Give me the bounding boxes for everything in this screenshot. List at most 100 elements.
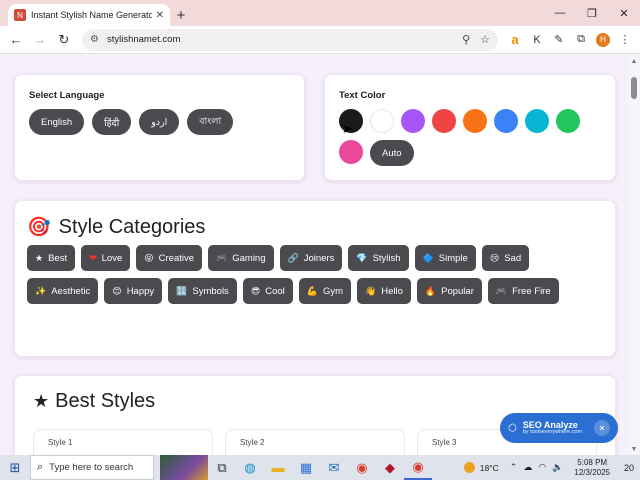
category-symbols-button[interactable]: 🔣 Symbols <box>168 278 237 304</box>
seo-close-icon[interactable]: ✕ <box>594 420 610 436</box>
text-color-card: Text Color Auto <box>324 74 616 181</box>
color-swatch-blue[interactable] <box>494 109 518 133</box>
category-popular-button[interactable]: 🔥 Popular <box>416 278 482 304</box>
style-card-label: Style 1 <box>48 438 73 447</box>
profile-avatar[interactable]: H <box>596 32 610 47</box>
color-swatch-white[interactable] <box>370 109 394 133</box>
category-label: Creative <box>158 252 195 264</box>
scroll-up-icon[interactable]: ▲ <box>628 55 640 67</box>
color-swatch-cyan[interactable] <box>525 109 549 133</box>
category-gym-button[interactable]: 💪 Gym <box>298 278 352 304</box>
scrollbar-thumb[interactable] <box>631 77 637 99</box>
category-love-button[interactable]: ❤ Love <box>81 245 131 271</box>
category-label: Joiners <box>303 252 335 264</box>
category-simple-button[interactable]: 🔷 Simple <box>414 245 476 271</box>
page-viewport: Select Language English हिंदी اردو বাংলা… <box>0 55 628 455</box>
scroll-down-icon[interactable]: ▼ <box>628 443 640 455</box>
category-label: Symbols <box>192 285 229 297</box>
category-creative-button[interactable]: 😝 Creative <box>136 245 203 271</box>
volume-icon[interactable]: 🔈 <box>552 462 563 473</box>
clock-date: 12/3/2025 <box>574 467 610 477</box>
edge-icon[interactable]: ◍ <box>236 455 264 480</box>
category-label: Free Fire <box>512 285 551 297</box>
category-sad-button[interactable]: 😢 Sad <box>481 245 530 271</box>
category-hello-button[interactable]: 👋 Hello <box>357 278 411 304</box>
outlook-icon[interactable]: ✉ <box>320 455 348 480</box>
category-gaming-button[interactable]: 🎮 Gaming <box>208 245 274 271</box>
browser-menu-icon[interactable]: ⋮ <box>614 29 636 51</box>
wifi-icon[interactable]: ◠ <box>538 462 546 473</box>
chrome-active-icon[interactable]: ◉ <box>404 455 432 480</box>
chrome-icon[interactable]: ◉ <box>348 455 376 480</box>
browser-toolbar: ← → ↻ ⚙ stylishnamet.com ⚲ ☆ a K ✎ ⧉ H ⋮ <box>0 26 640 54</box>
color-swatch-red[interactable] <box>432 109 456 133</box>
weather-widget[interactable]: 18°C <box>463 462 499 473</box>
page-scrollbar[interactable]: ▲ ▼ <box>628 55 640 455</box>
extensions-puzzle-icon[interactable]: ⧉ <box>570 29 592 51</box>
app-icon[interactable]: ◆ <box>376 455 404 480</box>
gem-icon: 💎 <box>356 252 368 263</box>
bookmark-star-icon[interactable]: ☆ <box>480 33 490 46</box>
language-bengali-button[interactable]: বাংলা <box>187 109 234 135</box>
search-icon: ⌕ <box>37 461 44 473</box>
category-stylish-button[interactable]: 💎 Stylish <box>348 245 409 271</box>
tab-active[interactable]: N Instant Stylish Name Generator ✕ <box>8 4 170 26</box>
store-icon[interactable]: ▦ <box>292 455 320 480</box>
back-icon[interactable]: ← <box>4 28 28 52</box>
color-swatch-green[interactable] <box>556 109 580 133</box>
categories-title: Style Categories <box>58 215 206 238</box>
temperature-text: 18°C <box>479 462 499 473</box>
symbols-icon: 🔣 <box>176 285 188 296</box>
category-cool-button[interactable]: 😎 Cool <box>242 278 293 304</box>
category-best-button[interactable]: ★ Best <box>27 245 76 271</box>
new-tab-button[interactable]: + <box>170 4 192 26</box>
taskbar-search[interactable]: ⌕ Type here to search <box>30 455 154 480</box>
seo-analyze-widget[interactable]: ⬡ SEO Analyze by toolseverywhere.com ✕ <box>500 413 618 443</box>
site-info-icon[interactable]: ⚙ <box>90 34 99 45</box>
style-card[interactable]: Style 2 <box>225 429 405 455</box>
category-label: Cool <box>265 285 285 297</box>
file-explorer-icon[interactable]: ▬ <box>264 455 292 480</box>
clock-time: 5:08 PM <box>577 458 608 468</box>
target-icon: 🎯 <box>27 217 51 238</box>
tab-close-icon[interactable]: ✕ <box>156 10 164 21</box>
auto-color-button[interactable]: Auto <box>370 140 414 166</box>
reload-icon[interactable]: ↻ <box>52 28 76 52</box>
zoom-icon[interactable]: ⚲ <box>462 33 470 46</box>
color-swatch-purple[interactable] <box>401 109 425 133</box>
keyword-extension-icon[interactable]: K <box>526 29 548 51</box>
color-swatch-pink[interactable] <box>339 140 363 164</box>
category-free-fire-button[interactable]: 🎮 Free Fire <box>487 278 559 304</box>
smile-icon: 😊 <box>112 285 122 296</box>
forward-icon[interactable]: → <box>28 28 52 52</box>
sad-face-icon: 😢 <box>489 252 500 263</box>
eyedropper-extension-icon[interactable]: ✎ <box>548 29 570 51</box>
heart-icon: ❤ <box>89 252 97 263</box>
network-icon[interactable]: ☁ <box>523 462 532 473</box>
category-happy-button[interactable]: 😊 Happy <box>104 278 163 304</box>
system-tray: 18°C ⌃ ☁ ◠ 🔈 5:08 PM 12/3/2025 20 <box>463 455 640 480</box>
task-view-icon[interactable]: ⧉ <box>208 455 236 480</box>
language-urdu-button[interactable]: اردو <box>139 109 180 135</box>
category-label: Stylish <box>372 252 401 264</box>
category-aesthetic-button[interactable]: ✨ Aesthetic <box>27 278 99 304</box>
color-swatch-orange[interactable] <box>463 109 487 133</box>
restore-icon[interactable]: ❐ <box>576 0 608 26</box>
style-card-label: Style 2 <box>240 438 265 447</box>
url-text[interactable]: stylishnamet.com <box>107 34 452 45</box>
style-card[interactable]: Style 1 <box>33 429 213 455</box>
clock[interactable]: 5:08 PM 12/3/2025 <box>574 458 610 476</box>
search-highlight-image[interactable] <box>160 455 208 480</box>
notification-icon[interactable]: 20 <box>618 455 640 480</box>
language-hindi-button[interactable]: हिंदी <box>92 109 132 135</box>
gamepad-icon: 🎮 <box>216 252 228 263</box>
category-label: Hello <box>381 285 403 297</box>
chevron-up-icon[interactable]: ⌃ <box>510 462 518 473</box>
minimize-icon[interactable]: — <box>544 0 576 26</box>
category-joiners-button[interactable]: 🔗 Joiners <box>279 245 343 271</box>
amazon-extension-icon[interactable]: a <box>504 29 526 51</box>
windows-start-icon[interactable]: ⊞ <box>0 455 30 480</box>
language-english-button[interactable]: English <box>29 109 85 135</box>
close-window-icon[interactable]: ✕ <box>608 0 640 26</box>
address-bar[interactable]: ⚙ stylishnamet.com ⚲ ☆ <box>82 28 498 51</box>
